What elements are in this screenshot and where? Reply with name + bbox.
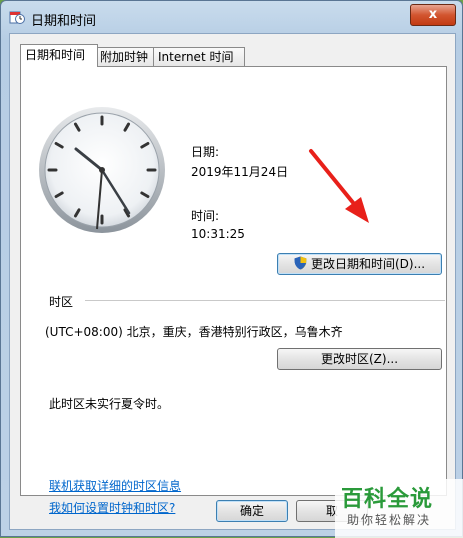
group-divider [85, 300, 445, 301]
date-label: 日期: [191, 145, 220, 159]
change-timezone-button[interactable]: 更改时区(Z)... [277, 348, 442, 370]
current-timezone: (UTC+08:00) 北京，重庆，香港特别行政区，乌鲁木齐 [45, 325, 343, 339]
watermark: 百科全说 助你轻松解决 [335, 479, 463, 538]
timezone-info-link[interactable]: 联机获取详细的时区信息 [49, 477, 181, 494]
change-date-time-label: 更改日期和时间(D)... [310, 257, 426, 271]
dst-note: 此时区未实行夏令时。 [49, 397, 170, 411]
dialog-window: 日期和时间 x 日期和时间 附加时钟 Internet 时间 日期: 2019年… [0, 0, 463, 538]
change-date-time-button[interactable]: 更改日期和时间(D)... [277, 253, 442, 275]
tab-additional-clocks[interactable]: 附加时钟 [95, 47, 157, 66]
watermark-subtitle: 助你轻松解决 [347, 513, 432, 527]
tab-date-time[interactable]: 日期和时间 [20, 44, 98, 67]
dialog-client: 日期和时间 附加时钟 Internet 时间 日期: 2019年11月24日 时… [9, 33, 456, 530]
analog-clock [39, 107, 165, 233]
time-label: 时间: [191, 209, 220, 223]
close-icon: x [428, 7, 438, 22]
window-title: 日期和时间 [31, 14, 97, 29]
ok-button[interactable]: 确定 [216, 500, 288, 522]
watermark-title: 百科全说 [341, 487, 434, 512]
uac-shield-icon [294, 256, 307, 270]
time-value: 10:31:25 [191, 227, 245, 241]
date-value: 2019年11月24日 [191, 165, 289, 179]
close-button[interactable]: x [410, 4, 456, 26]
how-to-set-clock-link[interactable]: 我如何设置时钟和时区? [49, 499, 175, 516]
title-bar[interactable]: 日期和时间 x [1, 1, 462, 35]
tab-internet-time[interactable]: Internet 时间 [153, 47, 245, 66]
datetime-app-icon [9, 11, 25, 24]
tab-panel: 日期: 2019年11月24日 时间: 10:31:25 更改日期和时间(D).… [20, 66, 447, 515]
timezone-group-label: 时区 [49, 295, 74, 309]
